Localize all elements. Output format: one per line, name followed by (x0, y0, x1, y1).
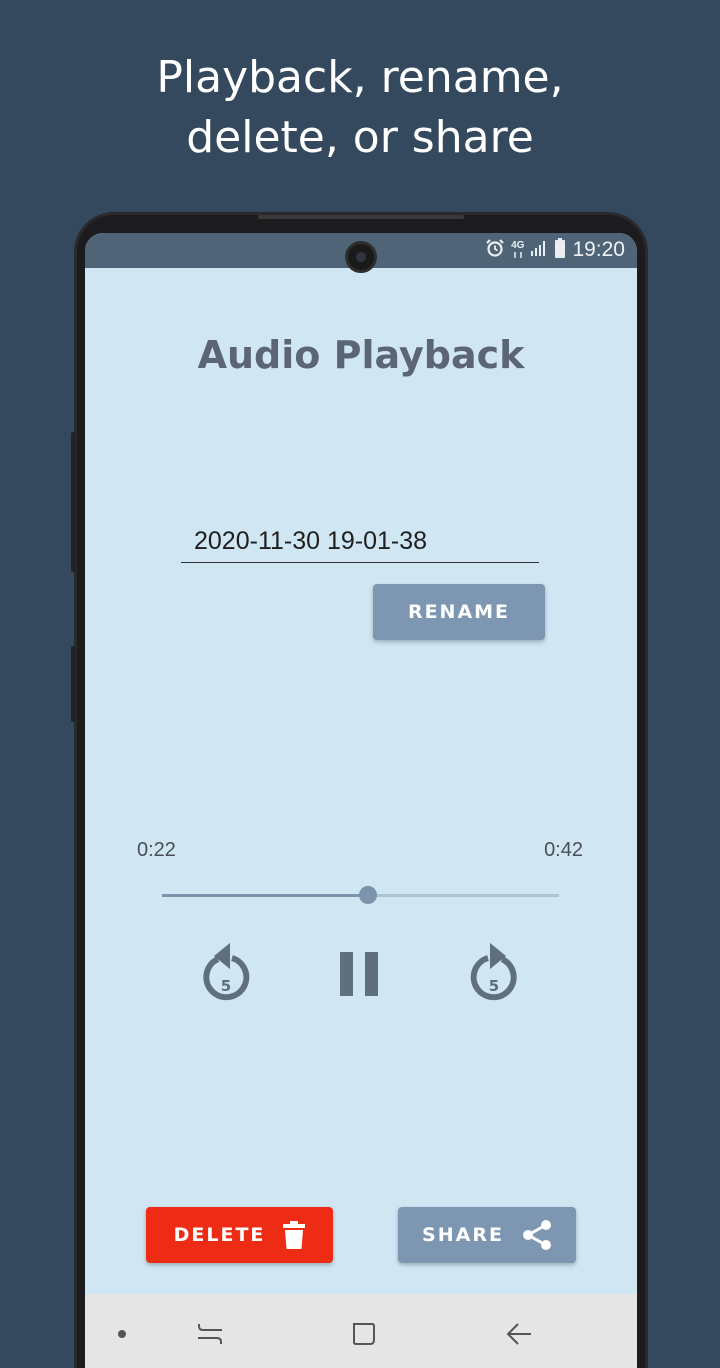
share-button[interactable]: SHARE (398, 1207, 576, 1263)
nav-dot (102, 1314, 142, 1354)
status-clock: 19:20 (572, 238, 625, 261)
status-bar: 4G 19:20 (85, 233, 637, 273)
seek-progress (162, 894, 369, 897)
promo-caption: Playback, rename, delete, or share (0, 48, 720, 168)
phone-side-button (71, 646, 76, 722)
recording-name-input[interactable]: 2020-11-30 19-01-38 (181, 521, 539, 563)
signal-icon (530, 239, 548, 261)
phone-screen: 4G 19:20 Audio Playback 2020-11-30 19-01… (85, 233, 637, 1368)
promo-line-2: delete, or share (186, 112, 534, 163)
forward-5-button[interactable]: 5 (459, 939, 529, 1009)
delete-button[interactable]: DELETE (146, 1207, 333, 1263)
dot-icon (118, 1330, 126, 1338)
back-icon (506, 1323, 531, 1345)
total-time: 0:42 (544, 839, 583, 861)
battery-icon (554, 237, 566, 263)
home-icon (353, 1323, 375, 1345)
share-icon (522, 1220, 551, 1250)
pause-button[interactable] (325, 939, 395, 1009)
rename-button[interactable]: RENAME (373, 584, 545, 640)
recents-icon (198, 1324, 222, 1344)
alarm-icon (485, 238, 505, 262)
forward-5-icon: 5 (470, 943, 517, 1001)
network-type-icon: 4G (511, 241, 524, 259)
trash-icon (283, 1221, 306, 1249)
forward-seconds-label: 5 (489, 977, 499, 995)
front-camera (345, 241, 377, 273)
phone-speaker-edge (258, 215, 464, 219)
promo-line-1: Playback, rename, (156, 52, 564, 103)
seek-thumb[interactable] (359, 886, 378, 904)
nav-recents-button[interactable] (190, 1314, 230, 1354)
seek-bar[interactable] (162, 886, 559, 904)
share-label: SHARE (422, 1224, 504, 1246)
delete-label: DELETE (173, 1224, 266, 1246)
nav-back-button[interactable] (499, 1314, 539, 1354)
page-title: Audio Playback (197, 333, 525, 377)
nav-home-button[interactable] (344, 1314, 384, 1354)
pause-icon (340, 952, 378, 996)
phone-volume-button (71, 432, 76, 572)
rewind-seconds-label: 5 (221, 977, 231, 995)
system-nav-bar (85, 1294, 637, 1368)
replay-5-icon: 5 (203, 943, 250, 1001)
current-time: 0:22 (137, 839, 176, 861)
rewind-5-button[interactable]: 5 (191, 939, 261, 1009)
